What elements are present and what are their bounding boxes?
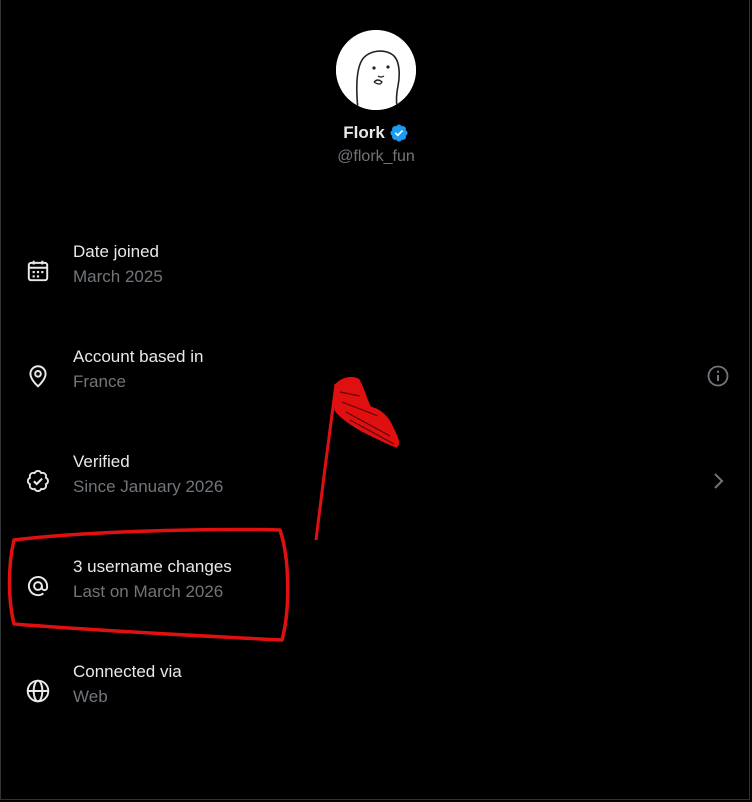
row-title: Date joined [73, 242, 160, 261]
row-subtitle: March 2025 [73, 267, 163, 286]
row-title: Connected via [73, 662, 182, 681]
chevron-right-icon[interactable] [706, 469, 730, 493]
info-row-date-joined: Date joined March 2025 [0, 241, 752, 301]
row-subtitle: Web [73, 687, 108, 706]
info-row-username-changes: 3 username changes Last on March 2026 [0, 556, 752, 616]
row-subtitle: Since January 2026 [73, 477, 224, 496]
row-subtitle: Last on March 2026 [73, 582, 224, 601]
profile-header: Flork @flork_fun [0, 30, 752, 166]
user-handle[interactable]: @flork_fun [0, 148, 752, 166]
verified-badge-icon[interactable] [389, 123, 409, 143]
info-row-connected-via: Connected via Web [0, 661, 752, 721]
info-icon[interactable] [706, 364, 730, 388]
flork-avatar-icon [336, 30, 416, 110]
info-row-verified[interactable]: Verified Since January 2026 [0, 451, 752, 511]
row-subtitle: France [73, 372, 126, 391]
info-row-account-based-in: Account based in France [0, 346, 752, 406]
globe-icon [26, 679, 50, 703]
verified-check-icon [26, 470, 49, 492]
row-title: Account based in [73, 347, 204, 366]
avatar[interactable] [336, 30, 416, 110]
calendar-icon [27, 260, 49, 282]
at-sign-icon [27, 575, 49, 597]
row-title: 3 username changes [73, 557, 232, 576]
display-name: Flork [343, 123, 385, 142]
location-pin-icon [29, 365, 47, 388]
row-title: Verified [73, 452, 130, 471]
